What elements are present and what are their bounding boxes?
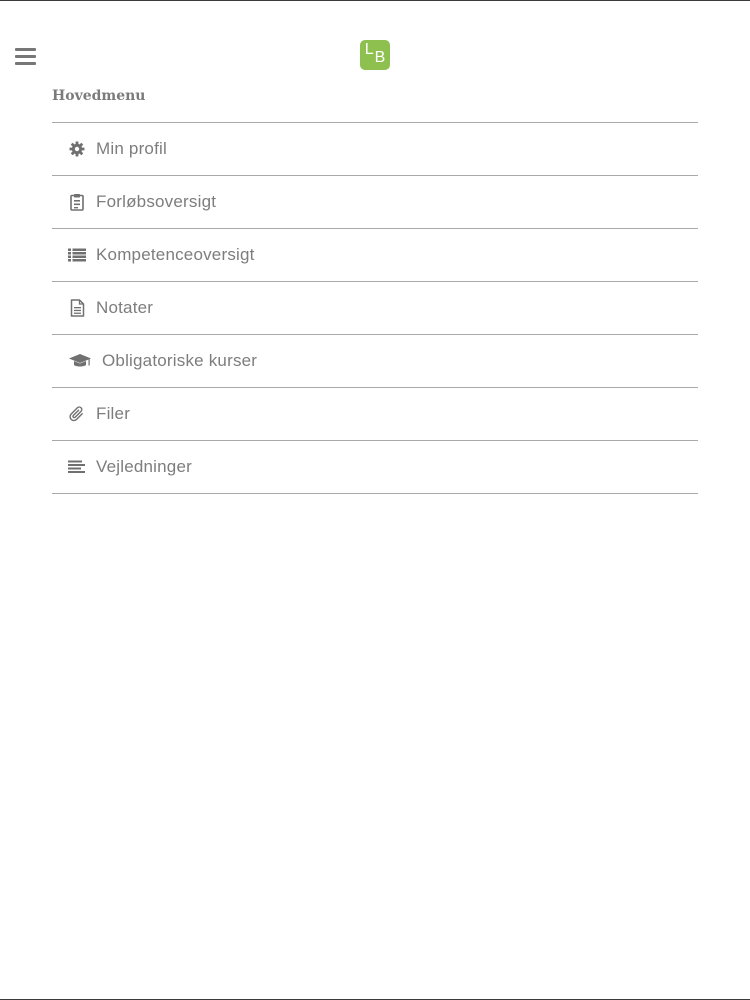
document-icon: [68, 299, 86, 317]
menu-item-label: Notater: [96, 298, 154, 317]
menu-item-obligatoriske-kurser[interactable]: Obligatoriske kurser: [52, 335, 698, 388]
main-menu-list: Min profil Forløbsoversigt Kompetenceove…: [52, 122, 698, 494]
menu-item-kompetenceoversigt[interactable]: Kompetenceoversigt: [52, 229, 698, 282]
hamburger-bar: [15, 62, 36, 65]
paperclip-icon: [68, 405, 86, 423]
menu-item-label: Forløbsoversigt: [96, 192, 217, 211]
main-menu-heading: Hovedmenu: [52, 88, 146, 104]
menu-item-vejledninger[interactable]: Vejledninger: [52, 441, 698, 494]
logo-letter-l: L: [364, 41, 374, 58]
logo-letter-b: B: [374, 49, 386, 66]
menu-item-label: Obligatoriske kurser: [102, 351, 258, 370]
menu-item-notater[interactable]: Notater: [52, 282, 698, 335]
hamburger-menu-button[interactable]: [15, 48, 36, 66]
menu-item-label: Filer: [96, 404, 131, 423]
menu-item-min-profil[interactable]: Min profil: [52, 123, 698, 176]
hamburger-bar: [15, 48, 36, 51]
clipboard-icon: [68, 193, 86, 211]
graduation-cap-icon: [68, 352, 92, 370]
menu-item-label: Kompetenceoversigt: [96, 245, 255, 264]
hamburger-bar: [15, 55, 36, 58]
menu-item-label: Vejledninger: [96, 457, 192, 476]
app-logo: L B: [360, 40, 390, 70]
align-left-icon: [68, 458, 86, 476]
list-icon: [68, 246, 86, 264]
menu-item-forlobsoversigt[interactable]: Forløbsoversigt: [52, 176, 698, 229]
menu-item-label: Min profil: [96, 139, 167, 158]
gear-icon: [68, 140, 86, 158]
menu-item-filer[interactable]: Filer: [52, 388, 698, 441]
